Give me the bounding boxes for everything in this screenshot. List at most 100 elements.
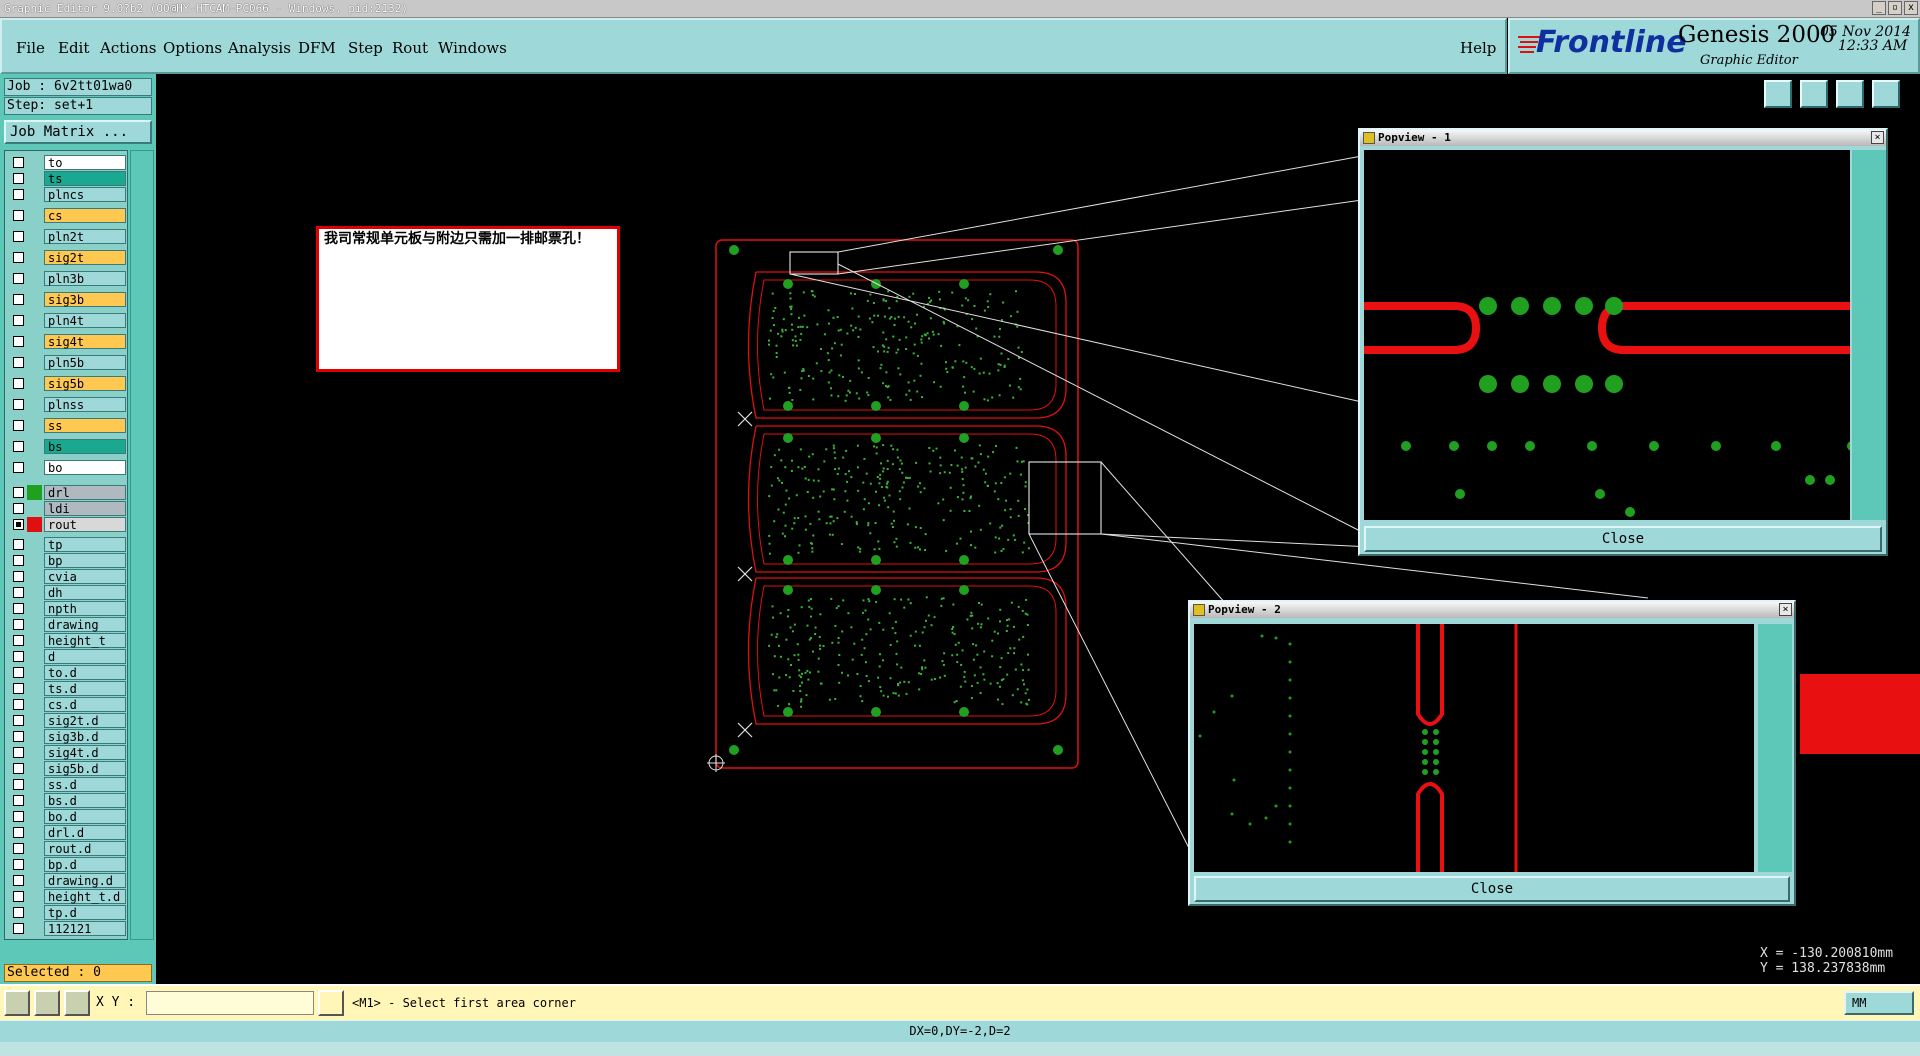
layer-checkbox[interactable] <box>13 503 24 514</box>
layer-row[interactable]: drawing.d <box>7 873 127 888</box>
layer-color-swatch[interactable] <box>27 601 42 616</box>
layer-row[interactable]: pln2t <box>7 229 127 244</box>
layer-color-swatch[interactable] <box>27 873 42 888</box>
layer-row[interactable]: tp <box>7 537 127 552</box>
layer-checkbox[interactable] <box>13 357 24 368</box>
layer-row[interactable]: ss.d <box>7 777 127 792</box>
minimize-button[interactable]: _ <box>1872 1 1886 15</box>
layer-row[interactable]: to.d <box>7 665 127 680</box>
layer-color-swatch[interactable] <box>27 397 42 412</box>
layer-color-swatch[interactable] <box>27 729 42 744</box>
layer-name[interactable]: sig3b.d <box>44 729 126 744</box>
layer-name[interactable]: plnss <box>44 397 126 412</box>
grid-snap-icon[interactable] <box>64 990 90 1016</box>
layer-color-swatch[interactable] <box>27 229 42 244</box>
popview-2-close-icon[interactable]: × <box>1779 603 1792 616</box>
layer-row[interactable]: to <box>7 155 127 170</box>
layer-checkbox[interactable] <box>13 539 24 550</box>
maximize-button[interactable]: ▫ <box>1888 1 1902 15</box>
layer-row[interactable]: d <box>7 649 127 664</box>
layer-name[interactable]: sig4t <box>44 334 126 349</box>
layer-name[interactable]: ss <box>44 418 126 433</box>
layer-name[interactable]: sig2t <box>44 250 126 265</box>
layer-name[interactable]: bs.d <box>44 793 126 808</box>
layer-name[interactable]: bo.d <box>44 809 126 824</box>
menu-file[interactable]: File <box>16 39 45 57</box>
layer-color-swatch[interactable] <box>27 250 42 265</box>
layer-color-swatch[interactable] <box>27 485 42 500</box>
layer-name[interactable]: to.d <box>44 665 126 680</box>
layer-checkbox[interactable] <box>13 811 24 822</box>
layer-row[interactable]: npth <box>7 601 127 616</box>
layer-row[interactable]: ts <box>7 171 127 186</box>
alert-icon[interactable] <box>318 990 344 1016</box>
layer-checkbox[interactable] <box>13 173 24 184</box>
layer-color-swatch[interactable] <box>27 517 42 532</box>
layer-checkbox[interactable] <box>13 875 24 886</box>
layer-name[interactable]: ts.d <box>44 681 126 696</box>
layer-checkbox[interactable] <box>13 923 24 934</box>
layer-row[interactable]: rout.d <box>7 841 127 856</box>
popview-1-close-button[interactable]: Close <box>1364 526 1882 552</box>
menu-actions[interactable]: Actions <box>100 39 156 57</box>
layer-color-swatch[interactable] <box>27 921 42 936</box>
layer-name[interactable]: dh <box>44 585 126 600</box>
layer-row[interactable]: bo <box>7 460 127 475</box>
layer-list-scrollbar[interactable] <box>130 150 154 940</box>
layer-checkbox[interactable] <box>13 157 24 168</box>
layer-color-swatch[interactable] <box>27 155 42 170</box>
menu-options[interactable]: Options <box>163 39 222 57</box>
layer-checkbox[interactable] <box>13 378 24 389</box>
layer-name[interactable]: drawing <box>44 617 126 632</box>
layer-checkbox[interactable] <box>13 683 24 694</box>
layer-checkbox[interactable] <box>13 859 24 870</box>
units-select[interactable]: MM <box>1844 991 1914 1015</box>
layer-color-swatch[interactable] <box>27 649 42 664</box>
layer-color-swatch[interactable] <box>27 825 42 840</box>
layer-name[interactable]: ts <box>44 171 126 186</box>
layer-color-swatch[interactable] <box>27 761 42 776</box>
layer-color-swatch[interactable] <box>27 585 42 600</box>
menu-dfm[interactable]: DFM <box>298 39 336 57</box>
layer-color-swatch[interactable] <box>27 713 42 728</box>
layer-row[interactable]: dh <box>7 585 127 600</box>
layer-row[interactable]: drawing <box>7 617 127 632</box>
layer-row[interactable]: ldi <box>7 501 127 516</box>
snap-mode-icon[interactable] <box>34 990 60 1016</box>
layer-row[interactable]: rout <box>7 517 127 532</box>
layer-name[interactable]: bs <box>44 439 126 454</box>
layer-color-swatch[interactable] <box>27 777 42 792</box>
layer-checkbox[interactable] <box>13 315 24 326</box>
layer-name[interactable]: drawing.d <box>44 873 126 888</box>
layer-row[interactable]: cs <box>7 208 127 223</box>
layer-color-swatch[interactable] <box>27 569 42 584</box>
xy-input[interactable] <box>146 991 314 1015</box>
layer-row[interactable]: sig5b <box>7 376 127 391</box>
toolbar-btn-1[interactable] <box>1764 80 1792 108</box>
layer-checkbox[interactable] <box>13 231 24 242</box>
layer-name[interactable]: bp.d <box>44 857 126 872</box>
layer-name[interactable]: cs <box>44 208 126 223</box>
layer-checkbox[interactable] <box>13 555 24 566</box>
layer-checkbox[interactable] <box>13 441 24 452</box>
layer-checkbox[interactable] <box>13 699 24 710</box>
layer-color-swatch[interactable] <box>27 187 42 202</box>
layer-color-swatch[interactable] <box>27 809 42 824</box>
layer-name[interactable]: cvia <box>44 569 126 584</box>
layer-name[interactable]: sig2t.d <box>44 713 126 728</box>
layer-color-swatch[interactable] <box>27 553 42 568</box>
close-window-button[interactable]: x <box>1904 1 1918 15</box>
layer-row[interactable]: plnss <box>7 397 127 412</box>
layer-name[interactable]: pln5b <box>44 355 126 370</box>
layer-checkbox[interactable] <box>13 843 24 854</box>
layer-name[interactable]: tp.d <box>44 905 126 920</box>
layer-color-swatch[interactable] <box>27 841 42 856</box>
layer-color-swatch[interactable] <box>27 905 42 920</box>
layer-row[interactable]: ss <box>7 418 127 433</box>
layer-name[interactable]: drl <box>44 485 126 500</box>
layer-row[interactable]: pln5b <box>7 355 127 370</box>
layer-name[interactable]: ldi <box>44 501 126 516</box>
home-icon[interactable] <box>1836 80 1864 108</box>
layer-checkbox[interactable] <box>13 587 24 598</box>
layer-checkbox[interactable] <box>13 619 24 630</box>
